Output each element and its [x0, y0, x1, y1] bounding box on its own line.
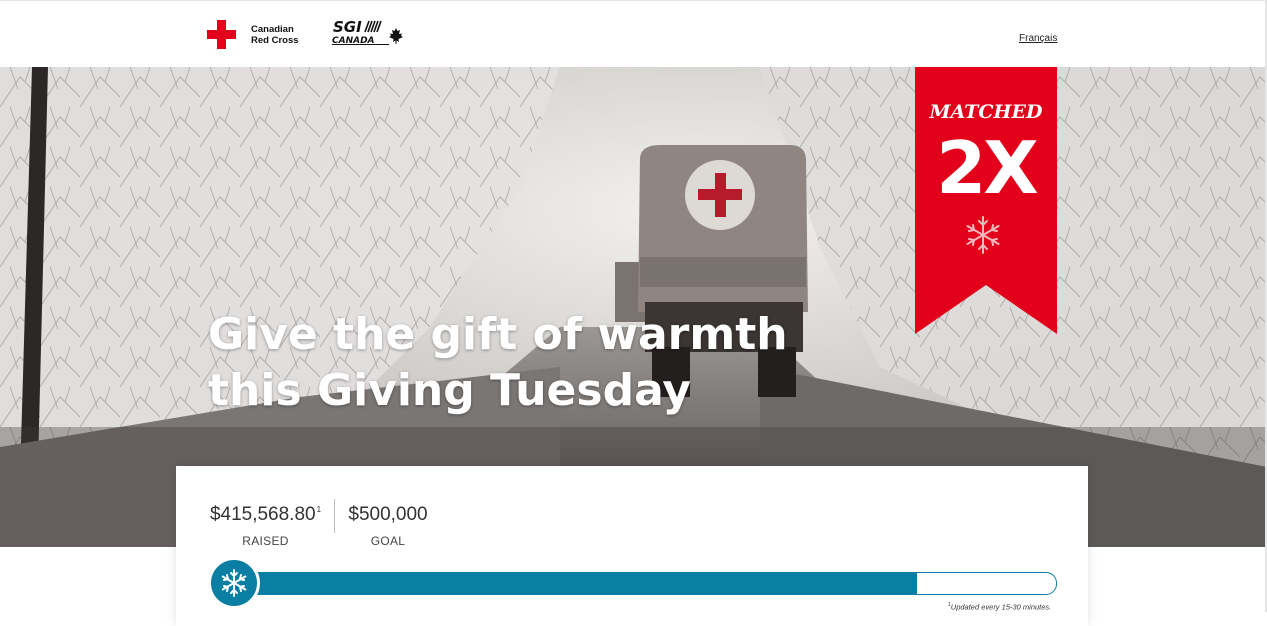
partner-logo-text-1: SGI [333, 18, 362, 36]
goal-label: GOAL [370, 534, 406, 548]
hero-title-line1: Give the gift of warmth [208, 309, 788, 360]
snowflake-icon [221, 569, 247, 597]
language-toggle-link[interactable]: Français [1019, 33, 1057, 44]
red-cross-icon [207, 20, 236, 49]
raised-label: RAISED [242, 534, 289, 548]
snowflake-badge [208, 557, 260, 609]
ribbon-main-text: 2X [936, 126, 1038, 210]
sgi-canada-logo[interactable]: SGI CANADA [331, 18, 405, 46]
site-header: Canadian Red Cross SGI CANADA Français [0, 0, 1267, 68]
speed-lines [364, 20, 382, 33]
raised-footnote: 1 [316, 505, 322, 514]
fundraising-progress-bar [230, 572, 1057, 595]
hero-title-line2: this Giving Tuesday [208, 365, 692, 416]
update-note-text: Updated every 15-30 minutes. [950, 602, 1052, 612]
maple-leaf-icon [389, 28, 403, 44]
hero-title: Give the gift of warmth this Giving Tues… [208, 307, 858, 419]
goal-amount: $500,000 [348, 504, 428, 525]
matched-2x-ribbon: MATCHED 2X [915, 67, 1057, 334]
progress-fill [231, 573, 917, 594]
raised-amount-value: $415,568.80 [209, 504, 316, 525]
stat-divider [334, 499, 335, 533]
raised-stat: $415,568.801 RAISED [208, 504, 323, 548]
update-frequency-note: 1Updated every 15-30 minutes. [948, 602, 1051, 612]
ribbon-top-text: MATCHED [929, 101, 1043, 123]
org-name: Canadian Red Cross [251, 24, 299, 46]
org-name-line2: Red Cross [251, 34, 299, 46]
donation-progress-card: $415,568.801 RAISED $500,000 GOAL 1Updat… [176, 466, 1088, 626]
goal-stat: $500,000 GOAL [346, 504, 430, 548]
canadian-red-cross-logo[interactable]: Canadian Red Cross [207, 20, 299, 49]
org-name-line1: Canadian [251, 23, 294, 35]
raised-amount: $415,568.801 [208, 504, 323, 526]
